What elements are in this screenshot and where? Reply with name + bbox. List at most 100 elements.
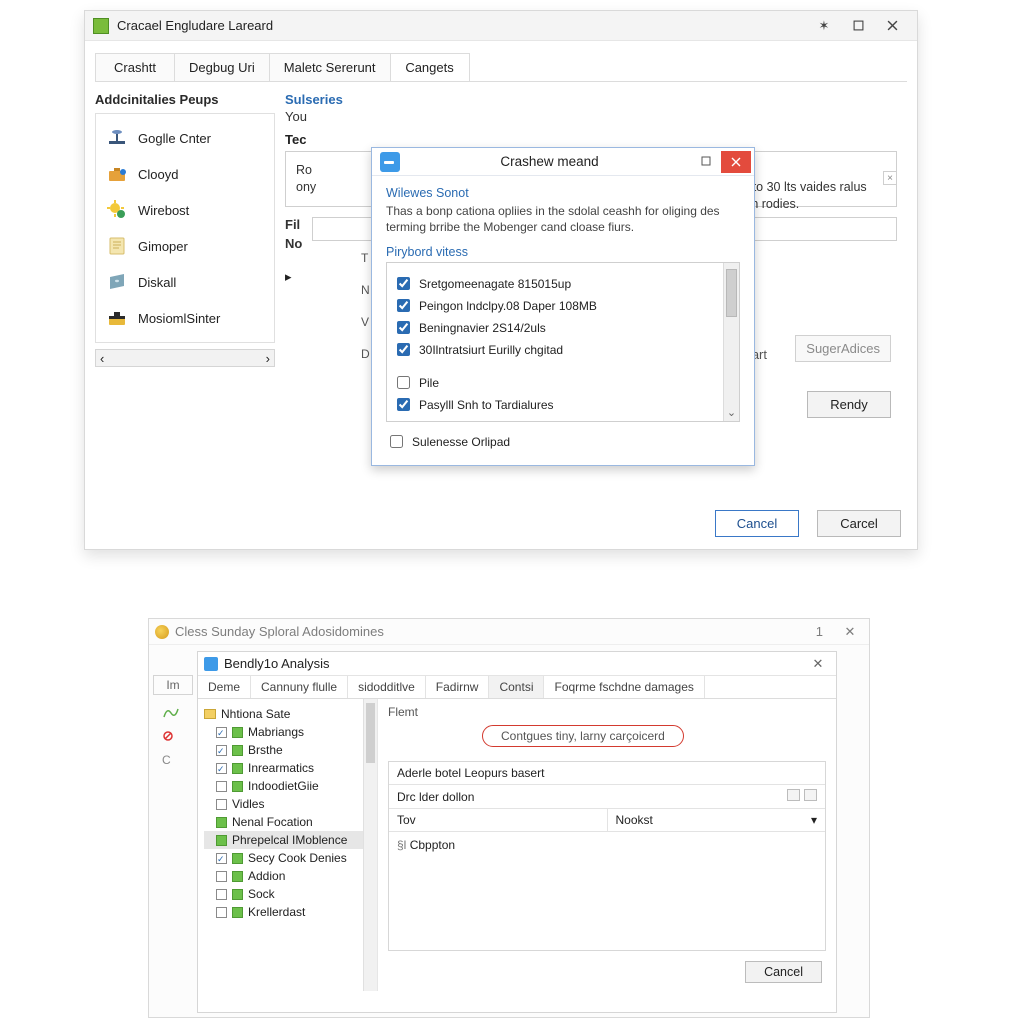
tree-3[interactable]: Inrearmatics [204, 759, 375, 777]
pin-icon[interactable]: ✶ [807, 15, 841, 37]
suger-button[interactable]: SugerAdices [795, 335, 891, 362]
analysis-cancel-button[interactable]: Cancel [745, 961, 822, 983]
tool-2-icon[interactable] [162, 729, 180, 743]
sidebar-scrollbar[interactable]: ‹ › [95, 349, 275, 367]
sidebar-label: Clooyd [138, 167, 178, 182]
tree-7[interactable]: Phrepelcal IMoblence [204, 831, 375, 849]
tree-9[interactable]: Addion [204, 867, 375, 885]
sidebar-item-0[interactable]: Goglle Cnter [100, 120, 270, 156]
clear-icon[interactable]: × [883, 171, 897, 185]
atab-3[interactable]: Fadirnw [426, 676, 490, 698]
sun-gear-icon [106, 199, 128, 221]
close-button[interactable] [875, 15, 909, 37]
tree-1-check[interactable] [216, 727, 227, 738]
carcel-button[interactable]: Carcel [817, 510, 901, 537]
tab-2[interactable]: Maletc Sererunt [269, 53, 391, 81]
play-icon[interactable]: ▸ [285, 269, 292, 285]
tree-5[interactable]: Vidles [204, 795, 375, 813]
col2-header[interactable]: Nookst ▾ [608, 809, 826, 831]
toolbox-icon [106, 307, 128, 329]
sidebar-item-2[interactable]: Wirebost [100, 192, 270, 228]
tree-11[interactable]: Krellerdast [204, 903, 375, 921]
mini-button-1[interactable] [787, 789, 800, 801]
sidebar-item-4[interactable]: Diskall [100, 264, 270, 300]
option-4-checkbox[interactable] [397, 376, 410, 389]
bottom-option-label: Sulenesse Orlipad [412, 435, 510, 449]
subrow: Drc lder dollon [389, 785, 825, 808]
option-1-checkbox[interactable] [397, 299, 410, 312]
tree-10[interactable]: Sock [204, 885, 375, 903]
col2-label: Nookst [616, 813, 653, 827]
atab-4[interactable]: Contsi [489, 676, 544, 698]
tree-10-check[interactable] [216, 889, 227, 900]
sidebar-item-3[interactable]: Gimoper [100, 228, 270, 264]
scroll-left-icon[interactable]: ‹ [100, 351, 104, 366]
tab-1[interactable]: Degbug Uri [174, 53, 270, 81]
options-listbox[interactable]: Sretgomeenagate 815015up Peingon lndclpy… [386, 262, 740, 422]
option-1[interactable]: Peingon lndclpy.08 Daper 108MB [393, 296, 733, 315]
sidebar-item-1[interactable]: Clooyd [100, 156, 270, 192]
option-3[interactable]: 30Ilntratsiurt Eurilly chgitad [393, 340, 733, 359]
atab-2[interactable]: sidodditlve [348, 676, 426, 698]
tree-4-label: IndoodietGiie [248, 779, 319, 793]
atab-1[interactable]: Cannuny flulle [251, 676, 348, 698]
tree-6[interactable]: Nenal Focation [204, 813, 375, 831]
maximize-button[interactable] [841, 15, 875, 37]
tree-2-check[interactable] [216, 745, 227, 756]
option-5-checkbox[interactable] [397, 398, 410, 411]
atab-0[interactable]: Deme [198, 676, 251, 698]
option-3-checkbox[interactable] [397, 343, 410, 356]
tree-4-check[interactable] [216, 781, 227, 792]
tree-4[interactable]: IndoodietGiie [204, 777, 375, 795]
tree-2[interactable]: Brsthe [204, 741, 375, 759]
analysis-close-button[interactable]: ✕ [806, 656, 830, 672]
option-0-checkbox[interactable] [397, 277, 410, 290]
tree-5-check[interactable] [216, 799, 227, 810]
tree-9-check[interactable] [216, 871, 227, 882]
tree-3-check[interactable] [216, 763, 227, 774]
tree-8[interactable]: Secy Cook Denies [204, 849, 375, 867]
scroll-down-icon[interactable]: ⌄ [724, 406, 739, 419]
sidebar-item-5[interactable]: MosiomlSinter [100, 300, 270, 336]
dialog-maximize-button[interactable] [691, 154, 721, 169]
briefcase-icon [106, 163, 128, 185]
option-4[interactable]: Pile [393, 373, 733, 392]
tree-8-check[interactable] [216, 853, 227, 864]
tree-0[interactable]: Nhtiona Sate [204, 705, 375, 723]
group-body[interactable]: §l Cbppton [389, 832, 825, 950]
col1-header[interactable]: Tov [389, 809, 608, 831]
bottom-option[interactable]: Sulenesse Orlipad [386, 432, 740, 451]
mini-button-2[interactable] [804, 789, 817, 801]
leaf-icon [232, 745, 243, 756]
dialog-title: Crashew meand [408, 154, 691, 169]
option-5[interactable]: Pasylll Snh to Tardialures [393, 395, 733, 414]
dialog-close-button[interactable] [721, 151, 751, 173]
secondary-close-button[interactable]: ✕ [837, 624, 863, 640]
atab-5[interactable]: Foqrme fschdne damages [544, 676, 704, 698]
tree-10-label: Sock [248, 887, 275, 901]
ony-fragment: ony [296, 180, 316, 194]
options-scrollbar[interactable]: ⌄ [723, 263, 739, 421]
scroll-right-icon[interactable]: › [266, 351, 270, 366]
option-2-checkbox[interactable] [397, 321, 410, 334]
body-item[interactable]: Cbppton [410, 838, 455, 852]
leaf-icon [232, 853, 243, 864]
option-0[interactable]: Sretgomeenagate 815015up [393, 274, 733, 293]
tree-scrollbar[interactable] [363, 699, 377, 991]
tree-9-label: Addion [248, 869, 285, 883]
tab-0[interactable]: Crashtt [95, 53, 175, 81]
analysis-titlebar: Bendly1o Analysis ✕ [198, 652, 836, 676]
tree-1[interactable]: Mabriangs [204, 723, 375, 741]
tool-1-icon[interactable] [162, 705, 180, 719]
cancel-button[interactable]: Cancel [715, 510, 799, 537]
category-tree[interactable]: Nhtiona Sate Mabriangs Brsthe Inrearmati… [198, 699, 378, 991]
dropdown-icon[interactable]: ▾ [811, 813, 817, 827]
rendy-button[interactable]: Rendy [807, 391, 891, 418]
option-2[interactable]: Beningnavier 2S14/2uls [393, 318, 733, 337]
bottom-option-checkbox[interactable] [390, 435, 403, 448]
tree-11-check[interactable] [216, 907, 227, 918]
tab-3[interactable]: Cangets [390, 53, 470, 81]
im-button[interactable]: Im [153, 675, 192, 695]
sidebar-heading: Addcinitalies Peups [95, 92, 275, 107]
tool-3-icon[interactable]: C [162, 753, 180, 767]
